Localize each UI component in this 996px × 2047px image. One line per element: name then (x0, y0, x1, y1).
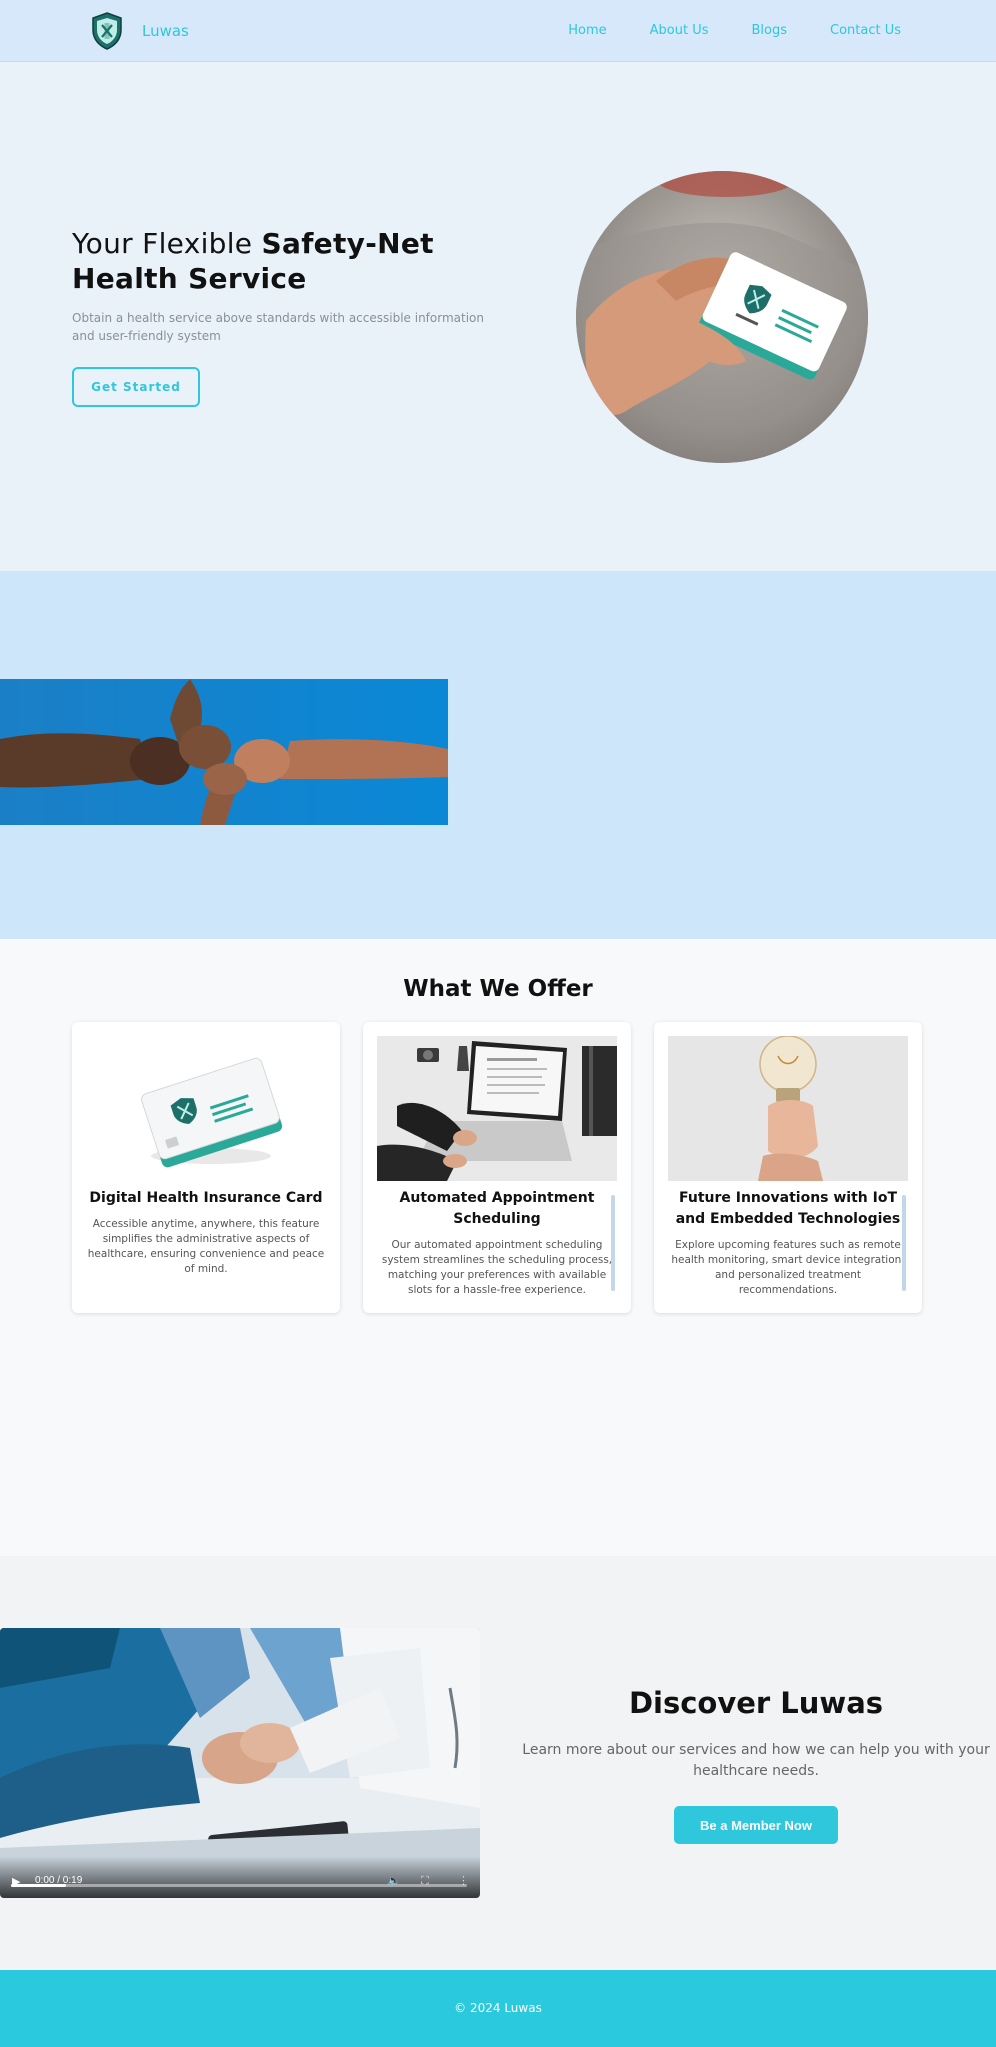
community-band (0, 571, 996, 939)
card-description: Our automated appointment scheduling sys… (381, 1239, 613, 1296)
hero-title: Your Flexible Safety-Net Health Service (72, 226, 472, 296)
hero-section: Your Flexible Safety-Net Health Service … (0, 62, 996, 571)
hero-image-hand-holding-card (576, 171, 868, 463)
nav-link-about-us[interactable]: About Us (650, 23, 709, 38)
offer-card-iot-innovations[interactable]: Future Innovations with IoT and Embedded… (654, 1022, 922, 1313)
footer-copyright: © 2024 Luwas (454, 2001, 542, 2015)
card-title: Future Innovations with IoT and Embedded… (675, 1190, 901, 1227)
card-description: Explore upcoming features such as remote… (671, 1239, 905, 1296)
hero-title-regular: Your Flexible (72, 227, 262, 260)
card-scrollbar[interactable] (611, 1195, 615, 1291)
card-description: Accessible anytime, anywhere, this featu… (87, 1218, 325, 1275)
top-navbar: Luwas Home About Us Blogs Contact Us (0, 0, 996, 62)
discover-title: Discover Luwas (628, 1686, 884, 1720)
card-scrollbar[interactable] (902, 1195, 906, 1291)
video-progress-fill (11, 1884, 66, 1887)
card-title: Digital Health Insurance Card (89, 1190, 323, 1206)
be-a-member-button[interactable]: Be a Member Now (674, 1806, 838, 1844)
section-title: What We Offer (403, 976, 593, 1002)
discover-section: ▶ 0:00 / 0:19 🔈 ⛶ ⋮ Discover Luwas Learn… (0, 1556, 996, 1970)
video-player[interactable]: ▶ 0:00 / 0:19 🔈 ⛶ ⋮ (0, 1628, 480, 1898)
card-image-insurance-card (86, 1036, 326, 1181)
card-image-laptop (377, 1036, 617, 1181)
shield-logo-icon (92, 12, 122, 50)
card-title: Automated Appointment Scheduling (399, 1190, 595, 1227)
offer-card-appointment-scheduling[interactable]: Automated Appointment Scheduling Our aut… (363, 1022, 631, 1313)
nav-link-blogs[interactable]: Blogs (751, 23, 787, 38)
video-controls: ▶ 0:00 / 0:19 🔈 ⛶ ⋮ (0, 1856, 480, 1898)
hero-subtitle: Obtain a health service above standards … (72, 311, 484, 343)
discover-subtitle: Learn more about our services and how we… (522, 1742, 990, 1779)
brand-name: Luwas (142, 22, 189, 40)
card-image-light-bulb (668, 1036, 908, 1181)
fist-bump-image (0, 679, 448, 825)
get-started-button[interactable]: Get Started (72, 367, 200, 407)
what-we-offer-section: What We Offer Digital Health Insurance C… (0, 939, 996, 1556)
footer: © 2024 Luwas (0, 1970, 996, 2047)
video-progress-track[interactable] (11, 1884, 467, 1887)
nav-link-home[interactable]: Home (568, 23, 606, 38)
offer-card-health-card[interactable]: Digital Health Insurance Card Accessible… (72, 1022, 340, 1313)
brand[interactable]: Luwas (90, 11, 189, 51)
nav-links: Home About Us Blogs Contact Us (568, 23, 901, 38)
nav-link-contact-us[interactable]: Contact Us (830, 23, 901, 38)
